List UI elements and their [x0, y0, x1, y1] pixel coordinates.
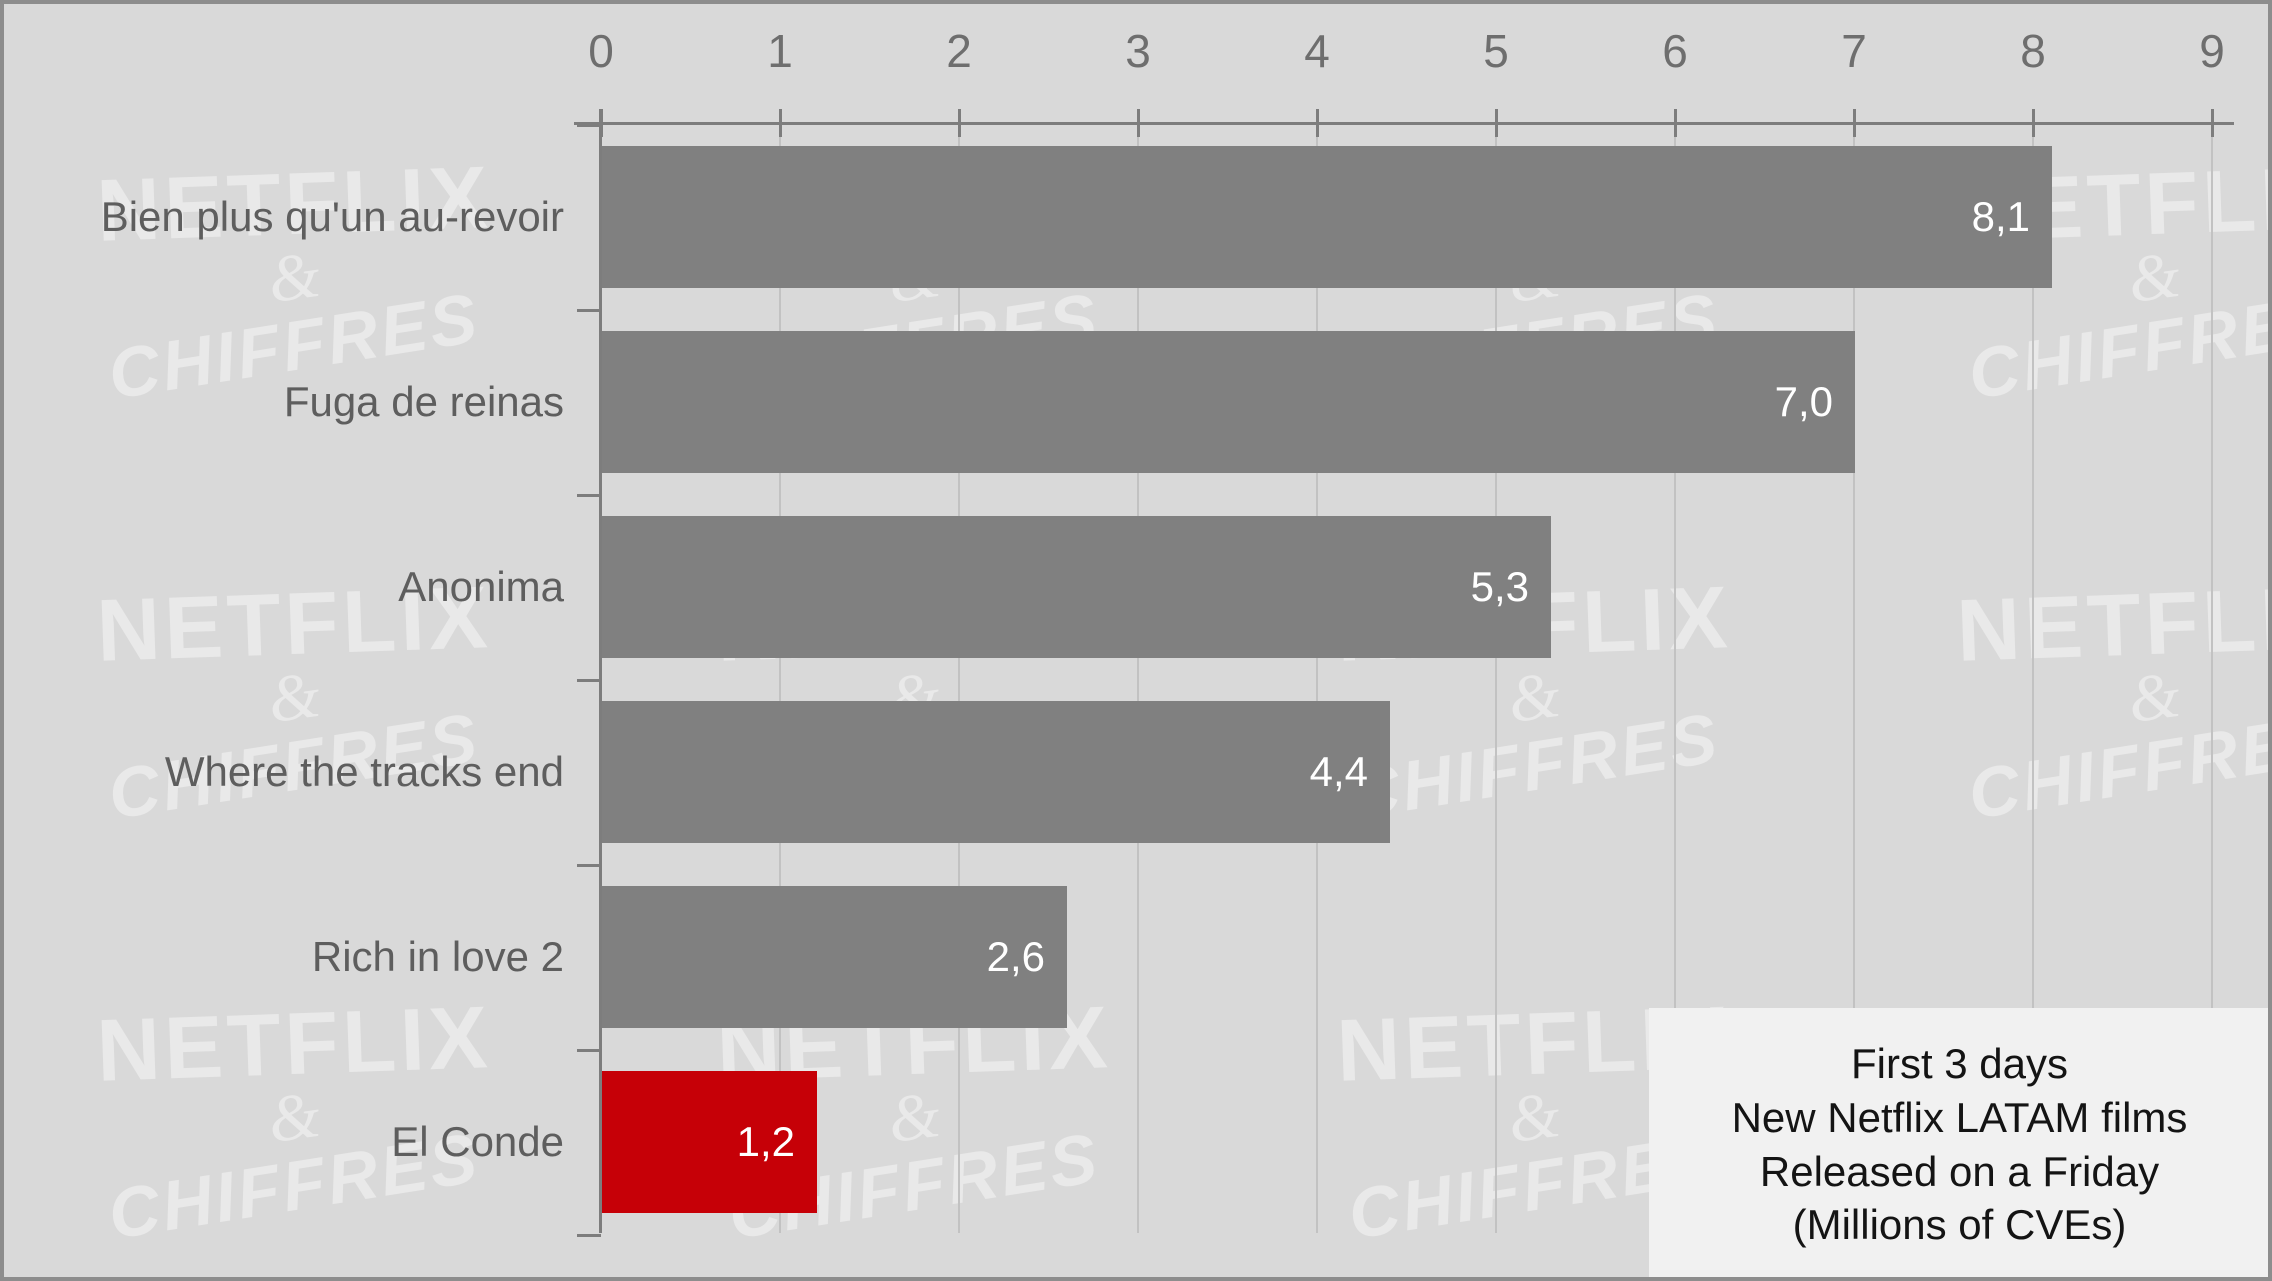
x-tick-label: 5: [1483, 25, 1509, 77]
x-tick-label: 3: [1125, 25, 1151, 77]
bar[interactable]: 4,4: [602, 701, 1390, 843]
bar-value-label: 2,6: [986, 933, 1045, 980]
gridline: [779, 123, 781, 1233]
gridline: [958, 123, 960, 1233]
x-tick-label: 8: [2020, 25, 2046, 77]
x-tick-label: 0: [588, 25, 614, 77]
bar-value-label: 8,1: [1971, 193, 2030, 240]
y-tick-mark: [577, 1049, 601, 1052]
bar-rect: [602, 701, 1390, 843]
caption-line-2: New Netflix LATAM films: [1731, 1093, 2188, 1141]
bar[interactable]: 2,6: [602, 886, 1067, 1028]
bar[interactable]: 8,1: [602, 146, 2052, 288]
y-tick-mark: [577, 1234, 601, 1237]
bar-value-label: 5,3: [1470, 563, 1529, 610]
bar-value-label: 1,2: [736, 1118, 795, 1165]
category-label: El Conde: [391, 1118, 564, 1165]
bar[interactable]: 1,2: [602, 1071, 817, 1213]
bar-value-label: 4,4: [1309, 748, 1368, 795]
x-tick-label: 7: [1841, 25, 1867, 77]
category-label: Fuga de reinas: [283, 378, 564, 425]
x-tick-mark: [1137, 109, 1140, 137]
x-tick-mark: [600, 109, 603, 137]
x-tick-mark: [1853, 109, 1856, 137]
x-tick-mark: [1674, 109, 1677, 137]
y-tick-mark: [577, 864, 601, 867]
bar-rect: [602, 146, 2052, 288]
x-tick-mark: [779, 109, 782, 137]
caption-line-3: Released on a Friday: [1759, 1147, 2160, 1195]
bar[interactable]: 7,0: [602, 331, 1855, 473]
category-label: Where the tracks end: [164, 748, 564, 795]
gridline: [1495, 123, 1497, 1233]
bar-chart: NETFLIX & CHIFFRES NETFLIX & CHIFFRES NETFLIX &…: [0, 0, 2272, 1281]
x-tick-mark: [1495, 109, 1498, 137]
category-label: Anonima: [398, 563, 564, 610]
bar[interactable]: 5,3: [602, 516, 1551, 658]
x-tick-mark: [1316, 109, 1319, 137]
caption-box: First 3 days New Netflix LATAM films Rel…: [1649, 1008, 2268, 1277]
x-tick-mark: [958, 109, 961, 137]
category-label: Bien plus qu'un au-revoir: [100, 193, 564, 240]
x-tick-label: 9: [2199, 25, 2225, 77]
caption-line-4: (Millions of CVEs): [1792, 1201, 2127, 1249]
x-axis-line: [574, 122, 2234, 125]
caption-line-1: First 3 days: [1850, 1040, 2069, 1087]
bar-rect: [602, 516, 1551, 658]
x-tick-mark: [2032, 109, 2035, 137]
x-tick-label: 6: [1662, 25, 1688, 77]
gridline: [1316, 123, 1318, 1233]
y-tick-mark: [577, 494, 601, 497]
bar-value-label: 7,0: [1774, 378, 1833, 425]
y-tick-mark: [577, 679, 601, 682]
y-tick-mark: [577, 309, 601, 312]
x-tick-label: 4: [1304, 25, 1330, 77]
y-tick-mark: [577, 124, 601, 127]
x-tick-mark: [2211, 109, 2214, 137]
x-tick-label: 2: [946, 25, 972, 77]
category-label: Rich in love 2: [311, 933, 564, 980]
gridline: [1137, 123, 1139, 1233]
bar-rect: [602, 331, 1855, 473]
x-tick-label: 1: [767, 25, 793, 77]
